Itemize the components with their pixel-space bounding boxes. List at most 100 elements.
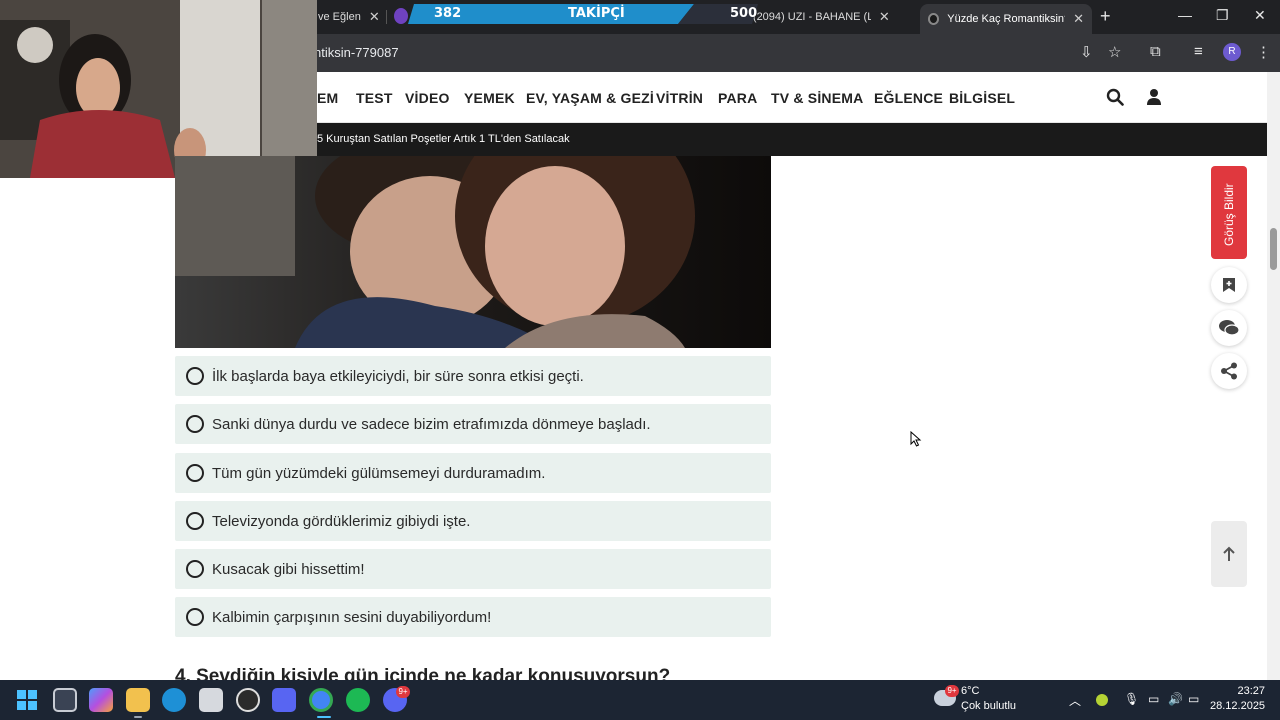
overlay-logo-icon — [394, 8, 408, 24]
feedback-button[interactable]: Görüş Bildir — [1211, 166, 1247, 259]
answer-option-label: Sanki dünya durdu ve sadece bizim etrafı… — [212, 415, 651, 433]
answer-option[interactable]: İlk başlarda baya etkileyiciydi, bir sür… — [175, 356, 771, 396]
install-app-icon[interactable]: ⇩ — [1080, 43, 1093, 61]
chrome-icon[interactable] — [309, 688, 333, 712]
nav-item-video[interactable]: VİDEO — [405, 90, 450, 106]
answer-option[interactable]: Kusacak gibi hissettim! — [175, 549, 771, 589]
close-icon[interactable]: ✕ — [879, 9, 890, 25]
follower-goal-overlay: 382 TAKİPÇİ 500 — [408, 4, 758, 24]
question-image — [175, 156, 771, 348]
close-icon[interactable]: ✕ — [1073, 11, 1084, 27]
share-icon — [1221, 362, 1237, 380]
spotify-icon[interactable] — [346, 688, 370, 712]
nav-item-eglence[interactable]: EĞLENCE — [874, 90, 943, 106]
tab-title: ve Eğlen — [318, 11, 361, 23]
profile-avatar[interactable]: R — [1223, 43, 1241, 61]
new-tab-icon[interactable]: + — [1100, 6, 1111, 27]
feedback-label: Görüş Bildir — [1222, 183, 1236, 246]
app-running-indicator — [134, 716, 142, 718]
nav-item-tv-sinema[interactable]: TV & SİNEMA — [771, 90, 863, 106]
mouse-cursor-icon — [910, 431, 922, 447]
search-icon[interactable] — [1106, 88, 1124, 106]
page-scrollbar[interactable] — [1267, 72, 1280, 680]
bookmark-star-icon[interactable]: ☆ — [1108, 43, 1121, 61]
nav-item-bilgisel[interactable]: BİLGİSEL — [949, 90, 1015, 106]
microsoft-store-icon[interactable] — [199, 688, 223, 712]
comments-icon — [1219, 320, 1240, 336]
taskbar-date[interactable]: 28.12.2025 — [1210, 700, 1265, 712]
question-photo — [175, 156, 771, 348]
battery-icon[interactable]: ▭ — [1188, 692, 1199, 706]
weather-badge: 9+ — [945, 685, 959, 697]
news-ticker: 5 Kuruştan Satılan Poşetler Artık 1 TL'd… — [317, 123, 1267, 156]
scrollbar-thumb[interactable] — [1270, 228, 1277, 270]
nav-item-yemek[interactable]: YEMEK — [464, 90, 515, 106]
user-icon[interactable] — [1146, 88, 1162, 106]
radio-button[interactable] — [186, 367, 204, 385]
answer-option[interactable]: Televizyonda gördüklerimiz gibiydi işte. — [175, 501, 771, 541]
obs-icon[interactable] — [236, 688, 260, 712]
microphone-icon[interactable]: 🎙 — [1124, 692, 1139, 706]
follower-count: 382 — [434, 6, 462, 21]
copilot-icon[interactable] — [89, 688, 113, 712]
windows-start-icon[interactable] — [15, 688, 39, 712]
comments-button[interactable] — [1211, 310, 1247, 346]
answer-option-label: Tüm gün yüzümdeki gülümsemeyi durduramad… — [212, 464, 546, 482]
answer-option-label: İlk başlarda baya etkileyiciydi, bir sür… — [212, 367, 584, 385]
network-icon[interactable]: ▭ — [1148, 692, 1159, 706]
tray-chevron-up-icon[interactable]: ︿ — [1069, 692, 1081, 709]
nav-item-em[interactable]: EM — [317, 90, 338, 106]
edge-browser-icon[interactable] — [162, 688, 186, 712]
answer-option[interactable]: Kalbimin çarpışının sesini duyabiliyordu… — [175, 597, 771, 637]
url-field[interactable]: ntiksin-779087 — [314, 45, 399, 60]
radio-button[interactable] — [186, 464, 204, 482]
webcam-feed — [0, 0, 317, 178]
answer-option[interactable]: Tüm gün yüzümdeki gülümsemeyi durduramad… — [175, 453, 771, 493]
menu-kebab-icon[interactable]: ⋮ — [1256, 43, 1271, 61]
answer-option-label: Televizyonda gördüklerimiz gibiydi işte. — [212, 512, 471, 530]
restore-icon[interactable]: ❐ — [1216, 7, 1229, 24]
nav-item-para[interactable]: PARA — [718, 90, 757, 106]
answer-option[interactable]: Sanki dünya durdu ve sadece bizim etrafı… — [175, 404, 771, 444]
arrow-up-icon — [1223, 546, 1235, 561]
site-navbar: EM TEST VİDEO YEMEK EV, YAŞAM & GEZİ VİT… — [317, 72, 1267, 123]
radio-button[interactable] — [186, 608, 204, 626]
minimize-icon[interactable]: — — [1178, 7, 1192, 23]
tab-title: (2094) UZI - BAHANE (Lyric — [752, 11, 871, 23]
radio-button[interactable] — [186, 512, 204, 530]
extensions-icon[interactable]: ⧉ — [1150, 43, 1161, 60]
tab-active[interactable]: Yüzde Kaç Romantiksin? - ✕ — [920, 4, 1092, 34]
radio-button[interactable] — [186, 560, 204, 578]
file-explorer-icon[interactable] — [126, 688, 150, 712]
follower-goal: 500 — [730, 6, 758, 21]
nav-item-test[interactable]: TEST — [356, 90, 393, 106]
close-icon[interactable]: ✕ — [369, 9, 380, 25]
windows-taskbar: 9+ 9+ 6°C Çok bulutlu ︿ 🎙 ▭ 🔊 ▭ 23:27 28… — [0, 680, 1280, 720]
share-button[interactable] — [1211, 353, 1247, 389]
nav-item-ev-yasam-gezi[interactable]: EV, YAŞAM & GEZİ — [526, 90, 654, 106]
answer-option-label: Kusacak gibi hissettim! — [212, 560, 365, 578]
taskbar-clock[interactable]: 23:27 — [1210, 685, 1265, 697]
save-bookmark-button[interactable] — [1211, 267, 1247, 303]
tab-eglence[interactable]: ve Eğlen ✕ — [318, 4, 380, 30]
scroll-to-top-button[interactable] — [1211, 521, 1247, 587]
answer-option-label: Kalbimin çarpışının sesini duyabiliyordu… — [212, 608, 492, 626]
radio-button[interactable] — [186, 415, 204, 433]
tray-app-icon[interactable] — [1096, 694, 1108, 706]
weather-description[interactable]: Çok bulutlu — [961, 700, 1016, 712]
nav-item-vitrin[interactable]: VİTRİN — [656, 90, 703, 106]
media-control-icon[interactable]: ≡ — [1194, 43, 1203, 60]
task-view-icon[interactable] — [53, 688, 77, 712]
weather-temperature[interactable]: 6°C — [961, 685, 979, 697]
tab-divider — [386, 10, 387, 24]
screen: ve Eğlen ✕ ✕ (2094) UZI - BAHANE (Lyric … — [0, 0, 1280, 720]
app-active-indicator — [317, 716, 331, 718]
bookmark-add-icon — [1223, 278, 1235, 292]
ticker-headline[interactable]: 5 Kuruştan Satılan Poşetler Artık 1 TL'd… — [317, 133, 570, 145]
tab-title: Yüzde Kaç Romantiksin? - — [947, 13, 1066, 25]
site-favicon-icon — [928, 13, 940, 25]
network-app-icon[interactable] — [272, 688, 296, 712]
volume-icon[interactable]: 🔊 — [1168, 692, 1183, 706]
window-close-icon[interactable]: ✕ — [1254, 7, 1266, 24]
discord-notification-badge: 9+ — [396, 686, 410, 698]
